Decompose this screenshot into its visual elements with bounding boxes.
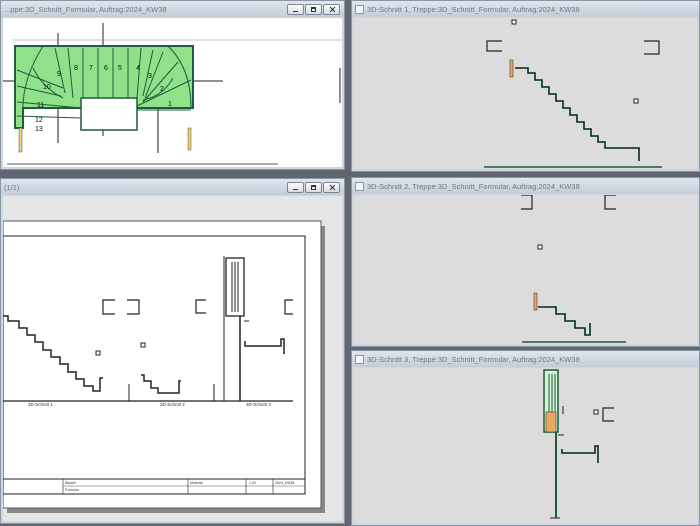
- layout-titlebar[interactable]: (1/1): [1, 179, 344, 195]
- section2-canvas[interactable]: [354, 195, 697, 344]
- section2-window[interactable]: 3D-Schnitt 2, Treppe:3D_Schnitt_Formular…: [351, 177, 700, 347]
- step-number: 6: [104, 65, 108, 72]
- step-number: 12: [35, 117, 43, 124]
- minimize-icon[interactable]: [287, 3, 304, 15]
- section1-window[interactable]: 3D-Schnitt 1, Treppe:3D_Schnitt_Formular…: [351, 0, 700, 172]
- section3-titlebar[interactable]: 3D-Schnitt 3, Treppe:3D_Schnitt_Formular…: [352, 351, 699, 367]
- window-icon[interactable]: [355, 354, 364, 364]
- layout-window-title: (1/1): [4, 182, 20, 192]
- section1-titlebar[interactable]: 3D-Schnitt 1, Treppe:3D_Schnitt_Formular…: [352, 1, 699, 17]
- section3-window[interactable]: 3D-Schnitt 3, Treppe:3D_Schnitt_Formular…: [351, 350, 700, 526]
- section3-drawing: [543, 369, 614, 519]
- layout-window[interactable]: (1/1) 3D-Schnitt 1 3D-Schnitt 2 3D-Schni…: [0, 178, 345, 524]
- step-number: 9: [57, 71, 61, 78]
- step-number: 1: [168, 101, 172, 108]
- step-number: 4: [136, 65, 140, 72]
- step-number: 3: [148, 73, 152, 80]
- plan-titlebar[interactable]: ...ppe:3D_Schnitt_Formular, Auftrag:2024…: [1, 1, 344, 17]
- section-label: 3D-Schnitt 1: [28, 402, 53, 407]
- step-number: 7: [89, 65, 93, 72]
- step-number: 10: [43, 84, 51, 91]
- layout-canvas[interactable]: 3D-Schnitt 1 3D-Schnitt 2 3D-Schnitt 3 B…: [3, 196, 342, 521]
- step-number: 2: [160, 86, 164, 93]
- layout-sheet-drawing: 3D-Schnitt 1 3D-Schnitt 2 3D-Schnitt 3 B…: [3, 220, 325, 513]
- plan-window-title: ...ppe:3D_Schnitt_Formular, Auftrag:2024…: [4, 4, 167, 14]
- plan-window[interactable]: ...ppe:3D_Schnitt_Formular, Auftrag:2024…: [0, 0, 345, 170]
- maximize-icon[interactable]: [305, 181, 322, 193]
- section2-window-title: 3D-Schnitt 2, Treppe:3D_Schnitt_Formular…: [367, 181, 580, 191]
- plan-canvas[interactable]: 1 2 3 4 5 6 7 8 9 10 11 12 13: [3, 18, 342, 167]
- titleblock-label: Material: [190, 481, 203, 485]
- section2-titlebar[interactable]: 3D-Schnitt 2, Treppe:3D_Schnitt_Formular…: [352, 178, 699, 194]
- stair-plan-drawing: 1 2 3 4 5 6 7 8 9 10 11 12 13: [3, 23, 342, 165]
- section1-window-title: 3D-Schnitt 1, Treppe:3D_Schnitt_Formular…: [367, 4, 580, 14]
- step-number: 8: [74, 65, 78, 72]
- window-icon[interactable]: [355, 4, 364, 14]
- window-icon[interactable]: [355, 181, 364, 191]
- close-icon[interactable]: [323, 181, 340, 193]
- step-number: 13: [35, 126, 43, 133]
- section-label: 3D-Schnitt 2: [160, 402, 185, 407]
- titleblock-label: 2024_KW38: [275, 481, 294, 485]
- minimize-icon[interactable]: [287, 181, 304, 193]
- section3-window-title: 3D-Schnitt 3, Treppe:3D_Schnitt_Formular…: [367, 354, 580, 364]
- step-number: 11: [37, 102, 44, 109]
- section3-canvas[interactable]: [354, 368, 697, 523]
- section-label: 3D-Schnitt 3: [246, 402, 271, 407]
- section1-canvas[interactable]: [354, 18, 697, 169]
- titleblock-label: 1:20: [249, 481, 256, 485]
- step-number: 5: [118, 65, 122, 72]
- section1-drawing: [484, 19, 662, 168]
- maximize-icon[interactable]: [305, 3, 322, 15]
- section2-drawing: [521, 195, 626, 343]
- titleblock-label: Bauteil: [65, 481, 76, 485]
- close-icon[interactable]: [323, 3, 340, 15]
- titleblock-label: Formular: [65, 488, 80, 492]
